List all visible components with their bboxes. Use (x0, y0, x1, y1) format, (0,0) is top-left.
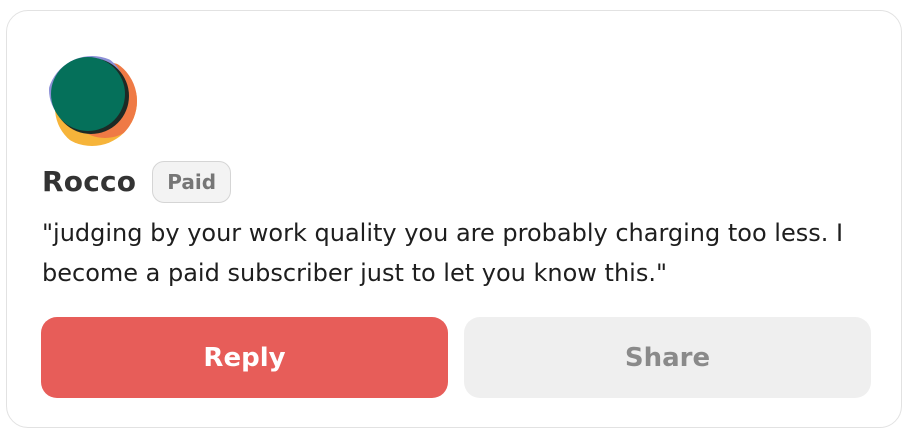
abstract-avatar-icon (47, 56, 137, 146)
author-name[interactable]: Rocco (42, 165, 136, 198)
comment-text: "judging by your work quality you are pr… (42, 219, 844, 287)
author-row: Rocco Paid (42, 159, 232, 203)
comment-card: Rocco Paid "judging by your work quality… (6, 10, 902, 428)
share-button[interactable]: Share (464, 317, 871, 398)
reply-button[interactable]: Reply (41, 317, 448, 398)
paid-badge: Paid (152, 161, 232, 203)
avatar[interactable] (47, 56, 137, 146)
